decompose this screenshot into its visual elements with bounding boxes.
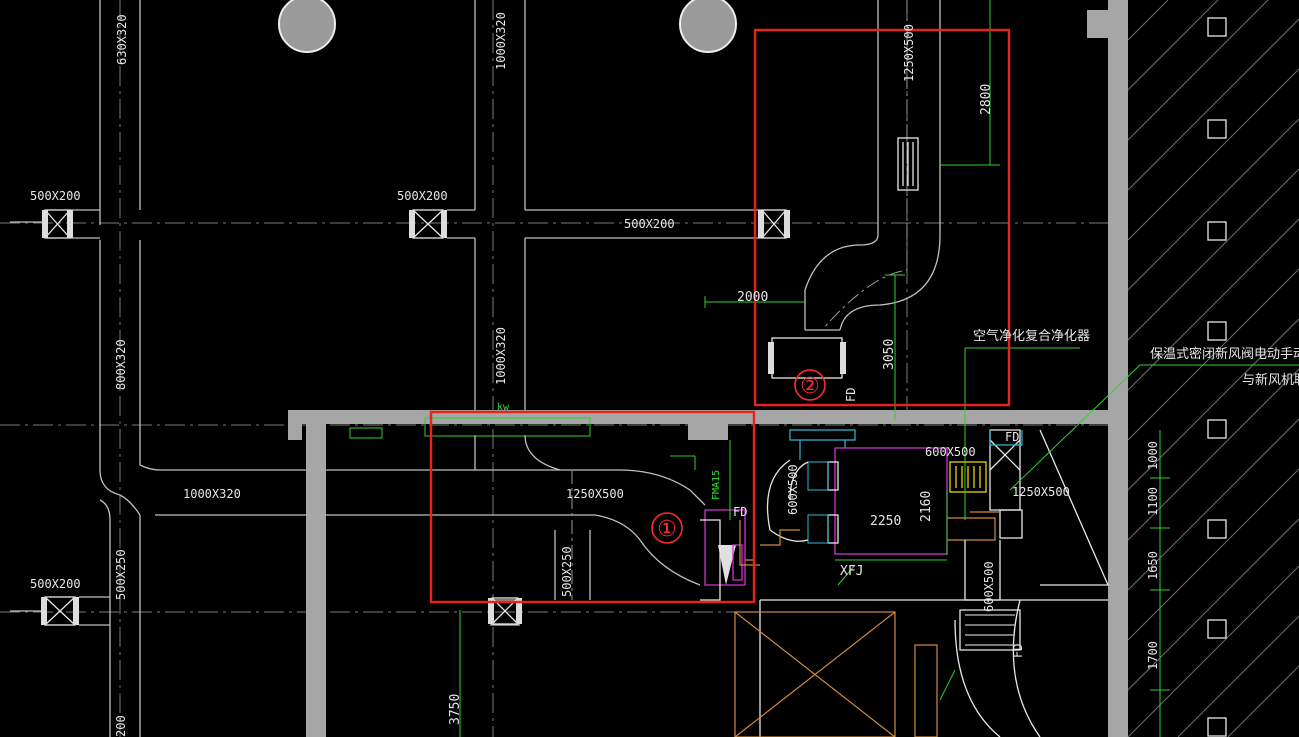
label-damper-note-2: 与新风机联: [1242, 372, 1299, 388]
label-630x320: 630X320: [115, 14, 129, 65]
label-1250x500-right: 1250X500: [1012, 485, 1070, 499]
dim-200: 200: [114, 715, 128, 737]
dim-1700: 1700: [1146, 641, 1160, 670]
dim-2800: 2800: [979, 84, 994, 115]
dim-1100: 1100: [1146, 487, 1160, 516]
dim-1650: 1650: [1146, 551, 1160, 580]
dim-2160: 2160: [919, 491, 934, 522]
label-kw: kw: [497, 402, 510, 413]
dim-2250: 2250: [870, 514, 901, 529]
label-fd-3: FD: [733, 505, 747, 519]
label-purifier: 空气净化复合净化器: [973, 328, 1090, 344]
label-600x500-a: 600X500: [786, 464, 800, 515]
duct-network: [10, 0, 941, 737]
label-500x200-low: 500X200: [30, 577, 81, 591]
label-500x250-b: 500X250: [114, 549, 128, 600]
label-1250x500-mid: 1250X500: [566, 487, 624, 501]
label-1000x320-horiz: 1000X320: [183, 487, 241, 501]
label-500x200-mid: 500X200: [397, 189, 448, 203]
label-fma15: FMA15: [711, 470, 722, 500]
label-1000x320-vert: 1000X320: [494, 327, 508, 385]
label-fd-2: FD: [1005, 430, 1019, 444]
label-600x500-c: 600X500: [982, 561, 996, 612]
dim-1000: 1000: [1146, 441, 1160, 470]
label-500x200-left: 500X200: [30, 189, 81, 203]
label-xfj: XFJ: [840, 564, 863, 579]
cad-drawing-canvas[interactable]: ① ② 630X320 1000X320 1250X500 2800 500X2…: [0, 0, 1299, 737]
svg-text:①: ①: [657, 517, 677, 542]
label-500x200-right: 500X200: [624, 217, 675, 231]
label-1000x320-top: 1000X320: [494, 12, 508, 70]
label-fd-4: FD: [1011, 644, 1025, 658]
axis-lines: [0, 0, 1299, 737]
dim-2000: 2000: [737, 290, 768, 305]
dim-3050: 3050: [882, 339, 897, 370]
label-1250x500-top: 1250X500: [902, 24, 916, 82]
svg-text:②: ②: [800, 374, 820, 399]
label-fd-1: FD: [844, 388, 858, 402]
marker-2[interactable]: ②: [794, 369, 826, 401]
marker-1[interactable]: ①: [651, 512, 683, 544]
walls: [288, 0, 1128, 737]
label-500x250-a: 500X250: [560, 546, 574, 597]
label-800x320: 800X320: [114, 339, 128, 390]
dim-3750: 3750: [448, 694, 463, 725]
label-damper-note-1: 保温式密闭新风阀电动手动两: [1150, 346, 1299, 362]
hatched-wall: [1127, 0, 1299, 737]
label-600x500-b: 600X500: [925, 445, 976, 459]
